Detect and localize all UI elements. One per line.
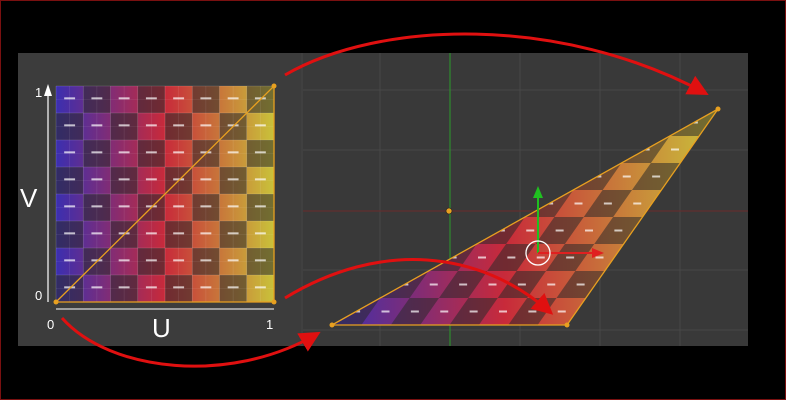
mesh-cell-label-mark bbox=[547, 283, 556, 286]
uv-cell-label-mark bbox=[227, 178, 239, 181]
uv-cell-label-mark bbox=[254, 124, 266, 127]
mesh-cell-label-mark bbox=[528, 310, 537, 313]
mesh-vertex-left bbox=[329, 322, 335, 328]
uv-cell-label-mark bbox=[173, 286, 185, 289]
uv-cell-label-mark bbox=[254, 151, 266, 154]
uv-cell-label-mark bbox=[227, 151, 239, 154]
mesh-cell-label-mark bbox=[622, 175, 631, 178]
uv-cell-label-mark bbox=[200, 232, 212, 235]
uv-cell-label-mark bbox=[173, 205, 185, 208]
uv-cell-label-mark bbox=[118, 205, 130, 208]
mesh-cell-label-mark bbox=[595, 256, 604, 259]
uv-cell-label-mark bbox=[145, 232, 157, 235]
mesh-cell-label-mark bbox=[603, 202, 612, 205]
v-max-label: 1 bbox=[35, 85, 42, 100]
uv-cell-label-mark bbox=[91, 205, 103, 208]
mesh-cell-label-mark bbox=[517, 283, 526, 286]
uv-cell-label-mark bbox=[118, 97, 130, 100]
uv-cell-label-mark bbox=[254, 259, 266, 262]
uv-cell-label-mark bbox=[254, 178, 266, 181]
uv-cell-label-mark bbox=[254, 286, 266, 289]
uv-cell-label-mark bbox=[118, 151, 130, 154]
uv-cell-label-mark bbox=[145, 97, 157, 100]
uv-cell-label-mark bbox=[118, 286, 130, 289]
object-origin bbox=[445, 207, 453, 215]
uv-cell-label-mark bbox=[91, 151, 103, 154]
uv-cell-label-mark bbox=[64, 178, 76, 181]
mesh-cell-label-mark bbox=[536, 256, 545, 259]
mesh-cell-label-mark bbox=[576, 283, 585, 286]
uv-cell-label-mark bbox=[118, 178, 130, 181]
uv-cell-label-mark bbox=[64, 259, 76, 262]
uv-cell-label-mark bbox=[91, 97, 103, 100]
uv-cell-label-mark bbox=[145, 178, 157, 181]
mesh-vertex-top bbox=[715, 106, 721, 112]
mesh-cell-label-mark bbox=[574, 202, 583, 205]
uv-vertex-bottom-left bbox=[53, 299, 59, 305]
uv-cell-label-mark bbox=[145, 151, 157, 154]
uv-cell-label-mark bbox=[173, 124, 185, 127]
uv-cell-label-mark bbox=[200, 286, 212, 289]
u-min-label: 0 bbox=[47, 317, 54, 332]
mesh-vertex-bottom-right bbox=[564, 322, 570, 328]
uv-cell-label-mark bbox=[173, 259, 185, 262]
mesh-cell-label-mark bbox=[633, 202, 642, 205]
uv-cell-label-mark bbox=[227, 286, 239, 289]
uv-cell-label-mark bbox=[254, 205, 266, 208]
mesh-cell-label-mark bbox=[469, 310, 478, 313]
mesh-cell-label-mark bbox=[499, 310, 507, 313]
mesh-cell-label-mark bbox=[507, 256, 516, 259]
mesh-cell-label-mark bbox=[555, 229, 564, 232]
mesh-cell-label-mark bbox=[671, 148, 679, 151]
uv-cell-label-mark bbox=[227, 232, 239, 235]
uv-cell-label-mark bbox=[64, 232, 76, 235]
mesh-cell-label-mark bbox=[429, 283, 438, 286]
uv-cell-label-mark bbox=[200, 259, 212, 262]
v-axis-label: V bbox=[20, 183, 38, 213]
uv-cell-label-mark bbox=[64, 151, 76, 154]
u-max-label: 1 bbox=[266, 317, 273, 332]
uv-cell-label-mark bbox=[64, 205, 76, 208]
uv-cell-label-mark bbox=[118, 259, 130, 262]
uv-cell-label-mark bbox=[91, 286, 103, 289]
uv-vertex-top-right bbox=[271, 83, 277, 89]
mesh-cell-label-mark bbox=[478, 256, 486, 259]
u-axis-label: U bbox=[152, 313, 171, 343]
uv-vertex-bottom-right bbox=[271, 299, 277, 305]
uv-cell-label-mark bbox=[200, 124, 212, 127]
uv-cell-label-mark bbox=[200, 205, 212, 208]
uv-cell-label-mark bbox=[200, 97, 212, 100]
uv-cell-label-mark bbox=[145, 259, 157, 262]
uv-cell-label-mark bbox=[118, 124, 130, 127]
uv-cell-label-mark bbox=[173, 232, 185, 235]
mesh-cell-label-mark bbox=[410, 310, 419, 313]
mesh-cell-label-mark bbox=[614, 229, 623, 232]
uv-cell-label-mark bbox=[200, 178, 212, 181]
uv-cell-label-mark bbox=[227, 97, 239, 100]
uv-cell-label-mark bbox=[173, 151, 185, 154]
uv-cell-label-mark bbox=[91, 178, 103, 181]
uv-cell-label-mark bbox=[173, 97, 185, 100]
uv-cell-label-mark bbox=[145, 124, 157, 127]
uv-cell-label-mark bbox=[91, 232, 103, 235]
mesh-cell-label-mark bbox=[381, 310, 390, 313]
uv-cell-label-mark bbox=[91, 124, 103, 127]
mesh-cell-label-mark bbox=[488, 283, 497, 286]
uv-cell-label-mark bbox=[254, 232, 266, 235]
mesh-cell-label-mark bbox=[526, 229, 535, 232]
mesh-cell-label-mark bbox=[566, 256, 575, 259]
mesh-cell-label-mark bbox=[459, 283, 468, 286]
uv-cell-label-mark bbox=[145, 286, 157, 289]
mesh-cell-label-mark bbox=[440, 310, 449, 313]
uv-cell-label-mark bbox=[227, 259, 239, 262]
uv-cell-label-mark bbox=[64, 97, 76, 100]
mesh-cell-label-mark bbox=[585, 229, 593, 232]
v-min-label: 0 bbox=[35, 288, 42, 303]
uv-cell-label-mark bbox=[227, 205, 239, 208]
uv-cell-label-mark bbox=[64, 124, 76, 127]
mesh-cell-label-mark bbox=[557, 310, 566, 313]
uv-mapping-diagram: V U 1 0 0 1 bbox=[18, 32, 748, 368]
mesh-cell-label-mark bbox=[652, 175, 661, 178]
